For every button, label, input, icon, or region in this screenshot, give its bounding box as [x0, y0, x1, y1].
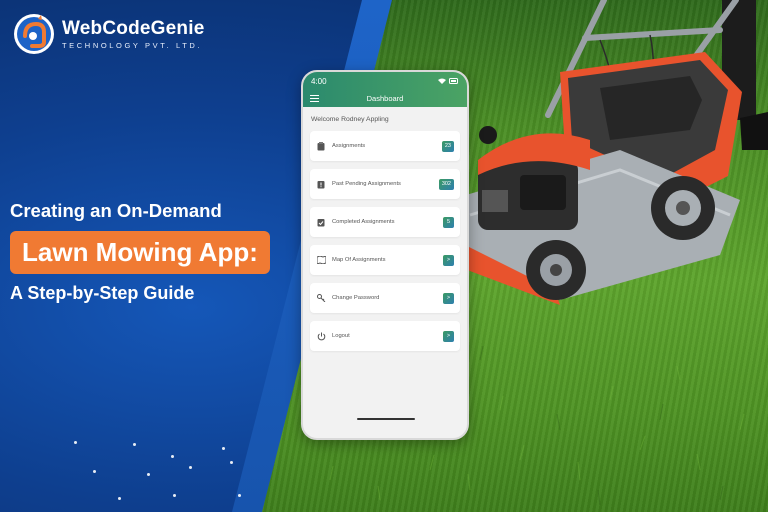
- key-icon: [316, 293, 326, 303]
- pending-icon: [316, 179, 326, 189]
- wifi-icon: [438, 78, 446, 84]
- phone-mockup: 4:00 Dashboard Welcome Rodney Appling As…: [301, 70, 469, 440]
- dashboard-menu: Assignments 23 Past Pending Assignments …: [303, 131, 467, 351]
- headline-line1: Creating an On-Demand: [10, 200, 222, 221]
- battery-icon: [449, 78, 458, 84]
- menu-item-past-pending[interactable]: Past Pending Assignments 302: [310, 169, 460, 199]
- count-badge: 23: [441, 140, 454, 152]
- status-time: 4:00: [311, 76, 327, 86]
- menu-item-label: Map Of Assignments: [332, 257, 386, 263]
- map-icon: [316, 255, 326, 265]
- genie-logo-icon: [14, 14, 54, 54]
- menu-item-completed[interactable]: Completed Assignments 5: [310, 207, 460, 237]
- menu-item-change-password[interactable]: Change Password >: [310, 283, 460, 313]
- home-indicator: [357, 418, 415, 420]
- menu-item-label: Assignments: [332, 143, 366, 149]
- hamburger-menu-icon[interactable]: [310, 95, 319, 102]
- chevron-right-icon: >: [443, 330, 454, 342]
- app-title: Dashboard: [366, 94, 404, 103]
- headline-block: Creating an On-Demand Lawn Mowing App: A…: [10, 200, 270, 304]
- clipboard-icon: [316, 141, 326, 151]
- chevron-right-icon: >: [443, 254, 454, 266]
- status-bar: 4:00: [303, 72, 467, 90]
- power-icon: [316, 331, 326, 341]
- menu-item-label: Change Password: [332, 295, 380, 301]
- welcome-message: Welcome Rodney Appling: [311, 116, 389, 123]
- company-logo: WebCodeGenie TECHNOLOGY PVT. LTD.: [12, 12, 204, 56]
- count-badge: 5: [443, 216, 454, 228]
- count-badge: 302: [438, 178, 454, 190]
- menu-item-logout[interactable]: Logout >: [310, 321, 460, 351]
- menu-item-assignments[interactable]: Assignments 23: [310, 131, 460, 161]
- brand-name: WebCodeGenie: [62, 18, 205, 39]
- check-clipboard-icon: [316, 217, 326, 227]
- menu-item-label: Past Pending Assignments: [332, 181, 401, 187]
- headline-line3: A Step-by-Step Guide: [10, 283, 195, 303]
- banner-stage: WebCodeGenie TECHNOLOGY PVT. LTD. Creati…: [0, 0, 768, 512]
- headline-highlight: Lawn Mowing App:: [10, 231, 270, 274]
- app-bar: Dashboard: [303, 90, 467, 107]
- chevron-right-icon: >: [443, 292, 454, 304]
- menu-item-label: Logout: [332, 333, 350, 339]
- brand-tagline: TECHNOLOGY PVT. LTD.: [62, 41, 203, 50]
- menu-item-map[interactable]: Map Of Assignments >: [310, 245, 460, 275]
- menu-item-label: Completed Assignments: [332, 219, 395, 225]
